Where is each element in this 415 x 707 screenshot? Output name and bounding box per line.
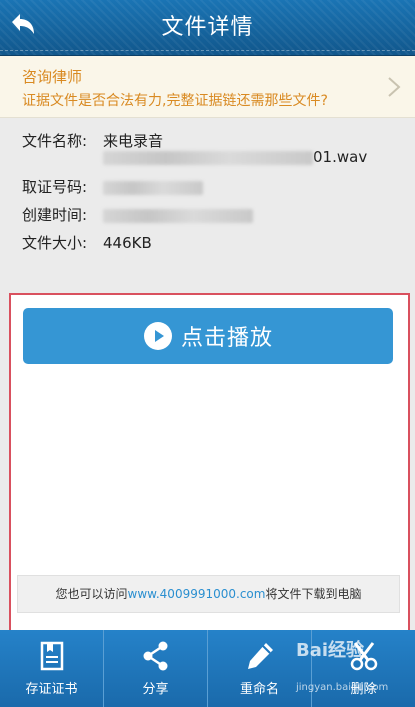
file-size-label: 文件大小: — [22, 234, 88, 252]
rename-button[interactable]: 重命名 — [208, 630, 312, 707]
evidence-number-label: 取证号码: — [22, 178, 88, 196]
consult-lawyer-banner[interactable]: 咨询律师 证据文件是否合法有力,完整证据链还需那些文件? — [0, 56, 415, 118]
download-link[interactable]: www.4009991000.com — [128, 587, 266, 601]
created-time-label: 创建时间: — [22, 206, 88, 224]
created-time-row: 创建时间: — [22, 204, 253, 225]
filename-label: 文件名称: — [22, 132, 88, 150]
scissors-icon — [350, 642, 377, 671]
rename-label: 重命名 — [239, 682, 279, 697]
notice-suffix: 将文件下载到电脑 — [265, 587, 362, 601]
download-notice: 您也可以访问www.4009991000.com将文件下载到电脑 — [17, 575, 400, 613]
delete-button[interactable]: 删除 — [312, 630, 415, 707]
file-details: 文件名称: 来电录音 01.wav 取证号码: 创建时间: 文件大小: 446KB — [0, 118, 415, 286]
play-button[interactable]: 点击播放 — [23, 308, 393, 364]
share-label: 分享 — [142, 682, 169, 697]
watermark-url: jingyan.baidu.com — [296, 682, 389, 693]
share-icon — [143, 641, 167, 671]
bottom-toolbar: 存证证书 分享 重命名 删除 — [0, 630, 415, 707]
play-circle-icon — [143, 322, 172, 350]
file-size-value: 446KB — [103, 234, 152, 252]
consult-title: 咨询律师 — [22, 68, 83, 86]
filename-continuation: 01.wav — [103, 148, 367, 166]
certificate-label: 存证证书 — [25, 682, 78, 697]
header-stitch-divider — [0, 50, 415, 51]
evidence-number-row: 取证号码: — [22, 176, 203, 197]
file-size-row: 文件大小: 446KB — [22, 232, 152, 253]
share-button[interactable]: 分享 — [104, 630, 208, 707]
pencil-icon — [247, 643, 273, 669]
consult-subtitle: 证据文件是否合法有力,完整证据链还需那些文件? — [22, 93, 328, 109]
title-bar: 文件详情 — [0, 0, 415, 56]
redacted-created-time — [103, 208, 253, 223]
certificate-icon — [40, 641, 63, 671]
redacted-evidence-number — [103, 180, 203, 195]
notice-prefix: 您也可以访问 — [55, 587, 128, 601]
page-title: 文件详情 — [161, 15, 254, 40]
play-label: 点击播放 — [180, 326, 273, 351]
filename-suffix: 01.wav — [313, 148, 368, 166]
redacted-filename — [103, 150, 313, 165]
chevron-right-icon — [388, 77, 401, 97]
certificate-button[interactable]: 存证证书 — [0, 630, 104, 707]
